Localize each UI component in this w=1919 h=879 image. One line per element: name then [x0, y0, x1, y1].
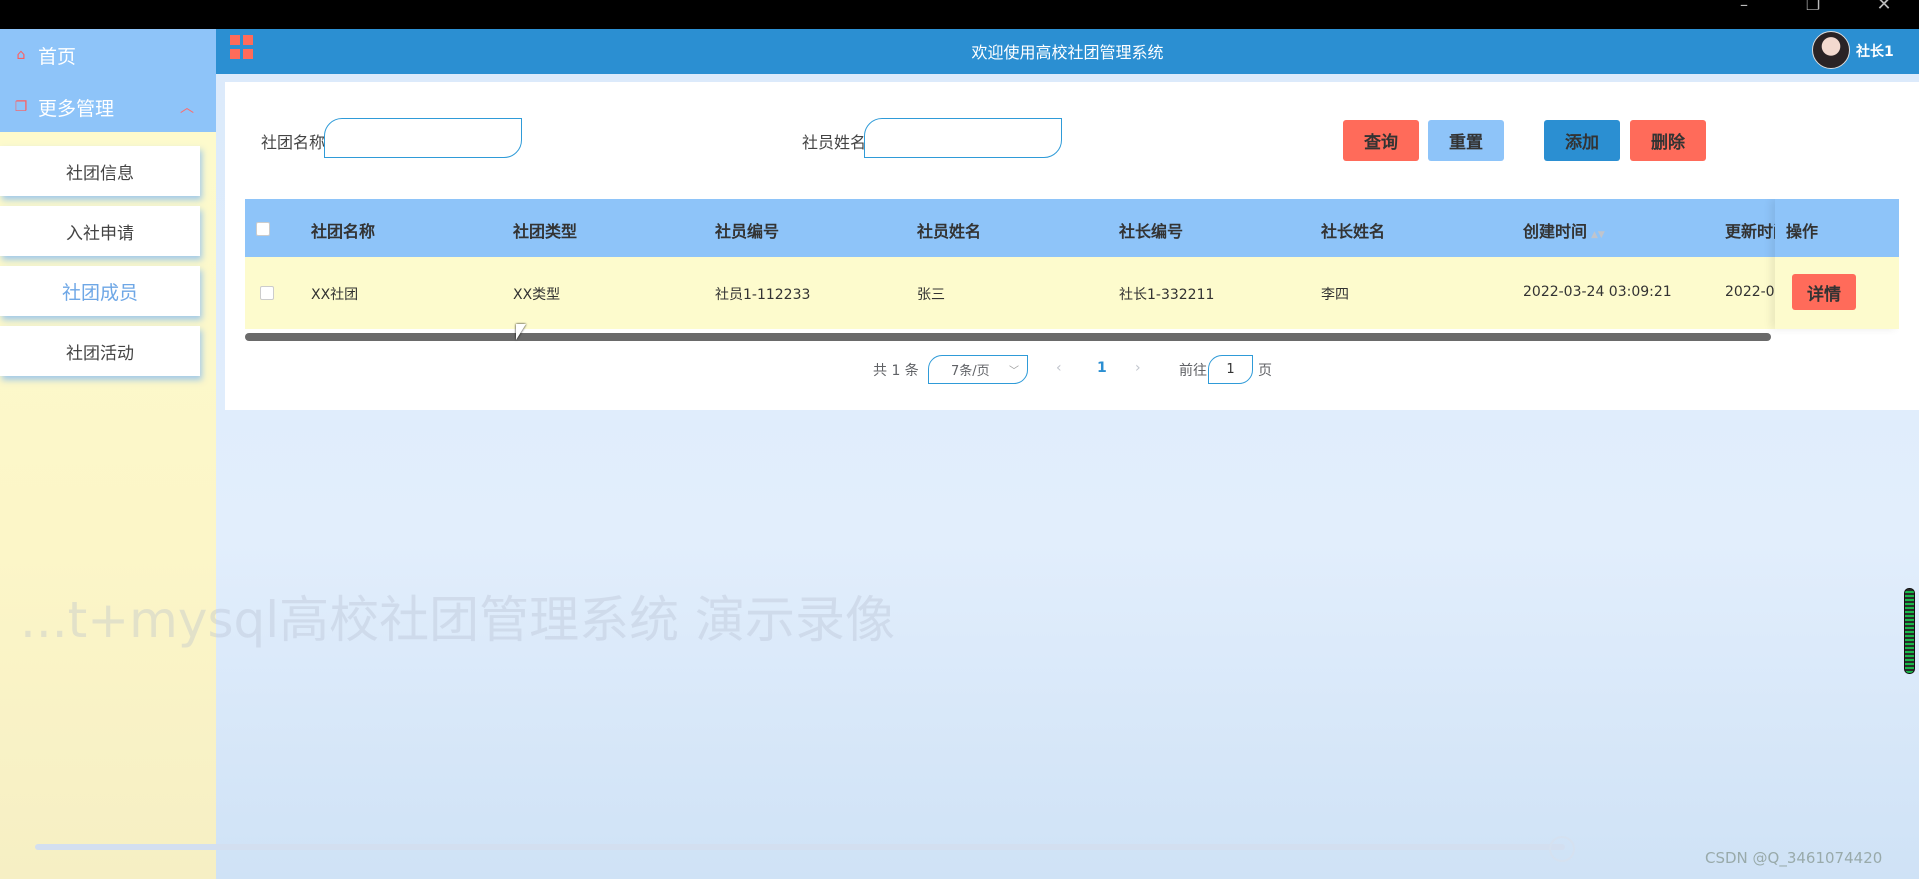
column-header: 社员编号	[715, 222, 780, 241]
cell-club-type: XX类型	[513, 287, 561, 303]
cell-member-no: 社员1-112233	[715, 287, 811, 303]
query-button[interactable]: 查询	[1343, 120, 1419, 161]
video-progress-bar[interactable]	[35, 844, 1565, 850]
avatar[interactable]	[1812, 31, 1850, 69]
csdn-credit: CSDN @Q_3461074420	[1705, 849, 1883, 867]
member-name-label: 社员姓名	[802, 133, 867, 152]
cell-leader-name: 李四	[1321, 287, 1349, 303]
sidebar-item-more[interactable]: ❐ 更多管理 ︿	[0, 81, 216, 133]
column-header: 社团类型	[513, 222, 578, 241]
cell-club-name: XX社团	[311, 287, 359, 303]
home-icon: ⌂	[16, 47, 26, 63]
sidebar: ⌂ 首页 ❐ 更多管理 ︿ 社团信息 入社申请 社团成员 社团活动	[0, 29, 216, 879]
sidebar-item-club-members[interactable]: 社团成员	[0, 266, 200, 316]
sidebar-item-join-apply[interactable]: 入社申请	[0, 206, 200, 256]
app-title: 欢迎使用高校社团管理系统	[971, 43, 1164, 62]
sidebar-item-club-info[interactable]: 社团信息	[0, 146, 200, 196]
sidebar-top: ⌂ 首页 ❐ 更多管理 ︿	[0, 29, 216, 132]
sidebar-item-label: 首页	[38, 45, 77, 68]
sidebar-item-club-activities[interactable]: 社团活动	[0, 326, 200, 376]
page-size-select[interactable]: 7条/页 ﹀	[928, 355, 1028, 384]
goto-label: 前往	[1179, 363, 1207, 379]
cell-leader-no: 社长1-332211	[1119, 287, 1215, 303]
cell-member-name: 张三	[917, 287, 945, 303]
chevron-up-icon: ︿	[180, 100, 194, 116]
restore-icon[interactable]: ❐	[1793, 0, 1833, 13]
sidebar-submenu: 社团信息 入社申请 社团成员 社团活动	[0, 132, 216, 376]
actions-cell: 详情	[1775, 257, 1899, 329]
column-header-label: 创建时间	[1523, 222, 1588, 241]
column-header: 社长姓名	[1321, 222, 1386, 241]
content-panel: 社团名称 社员姓名 查询 重置 添加 删除 社团名称 社团类型 社员编号 社员姓…	[225, 82, 1919, 410]
cell-created-time: 2022-03-24 03:09:21	[1523, 284, 1672, 300]
column-header: 社员姓名	[917, 222, 982, 241]
column-header-sortable[interactable]: 创建时间 ▲▼	[1523, 218, 1605, 242]
next-page-icon[interactable]: ›	[1135, 360, 1141, 376]
sort-icon[interactable]: ▲▼	[1591, 230, 1605, 240]
club-name-label: 社团名称	[261, 133, 326, 152]
row-checkbox[interactable]	[260, 286, 274, 300]
vertical-scrollbar[interactable]	[1904, 588, 1915, 674]
video-watermark: ...t+mysql高校社团管理系统 演示录像	[20, 591, 896, 649]
club-name-input[interactable]	[324, 118, 522, 158]
actions-header: 操作	[1775, 199, 1899, 257]
actions-column: 操作 详情	[1775, 199, 1899, 329]
table-header: 社团名称 社团类型 社员编号 社员姓名 社长编号 社长姓名 创建时间 ▲▼ 更新时…	[245, 199, 1899, 257]
copy-icon: ❐	[14, 99, 28, 115]
main-area: 欢迎使用高校社团管理系统 社长1 社团名称 社员姓名 查询 重置 添加 删除 社…	[216, 29, 1919, 879]
close-icon[interactable]: ✕	[1864, 0, 1904, 14]
minimize-icon[interactable]: –	[1724, 0, 1764, 13]
sidebar-item-label: 更多管理	[38, 97, 115, 120]
add-button[interactable]: 添加	[1544, 120, 1620, 161]
select-all-checkbox[interactable]	[256, 222, 270, 236]
prev-page-icon[interactable]: ‹	[1056, 360, 1062, 376]
mouse-cursor	[516, 324, 526, 340]
video-progress-knob[interactable]	[1549, 836, 1575, 862]
detail-button[interactable]: 详情	[1792, 274, 1856, 310]
sidebar-item-home[interactable]: ⌂ 首页	[0, 29, 216, 81]
window-titlebar: – ❐ ✕	[0, 0, 1919, 29]
table-row: XX社团 XX类型 社员1-112233 张三 社长1-332211 李四 20…	[245, 257, 1899, 329]
goto-page-input[interactable]: 1	[1208, 355, 1253, 384]
user-name[interactable]: 社长1	[1856, 41, 1894, 61]
column-header: 操作	[1786, 222, 1819, 241]
table-horizontal-scrollbar[interactable]	[245, 333, 1771, 341]
delete-button[interactable]: 删除	[1630, 120, 1706, 161]
chevron-down-icon: ﹀	[1009, 366, 1019, 377]
current-page[interactable]: 1	[1097, 360, 1107, 376]
page-unit-label: 页	[1258, 363, 1272, 379]
column-header: 社团名称	[311, 222, 376, 241]
page-size-value: 7条/页	[951, 364, 990, 379]
reset-button[interactable]: 重置	[1428, 120, 1504, 161]
header-bar: 欢迎使用高校社团管理系统 社长1	[216, 29, 1919, 74]
members-table: 社团名称 社团类型 社员编号 社员姓名 社长编号 社长姓名 创建时间 ▲▼ 更新时…	[245, 199, 1899, 335]
pagination-total: 共 1 条	[873, 363, 919, 379]
member-name-input[interactable]	[864, 118, 1062, 158]
column-header: 社长编号	[1119, 222, 1184, 241]
